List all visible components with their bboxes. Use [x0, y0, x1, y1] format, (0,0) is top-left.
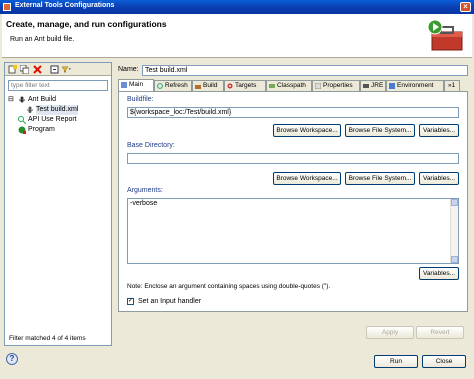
main-tab-icon [121, 82, 127, 88]
configuration-tree: ⊟ Ant Build Test build.xml API Use Repor… [8, 95, 110, 135]
filter-input[interactable]: type filter text [8, 80, 108, 91]
buildfile-label: Buildfile: [127, 96, 154, 103]
run-button[interactable]: Run [374, 355, 418, 368]
arguments-text: -verbose [130, 200, 158, 207]
header-title: Create, manage, and run configurations [6, 19, 167, 29]
tree-item-label: Ant Build [28, 96, 57, 103]
input-handler-checkbox[interactable]: ✓ [127, 298, 134, 305]
tab-strip: Main Refresh Build Targets Classpath Pro… [118, 79, 468, 91]
window-title: External Tools Configurations [15, 2, 115, 9]
arguments-group: Arguments: -verbose Variables... [127, 187, 459, 282]
buildfile-input[interactable]: ${workspace_loc:/Test/build.xml} [127, 107, 459, 118]
name-label: Name: [118, 66, 139, 73]
arguments-scrollbar[interactable] [450, 199, 458, 263]
apply-button[interactable]: Apply [366, 326, 414, 339]
targets-icon [227, 83, 233, 89]
base-directory-variables-button[interactable]: Variables... [419, 172, 459, 185]
app-icon [3, 3, 11, 11]
close-button[interactable]: Close [422, 355, 466, 368]
tab-jre[interactable]: JRE [360, 80, 386, 91]
toolbox-banner-icon [427, 19, 463, 51]
tab-properties[interactable]: Properties [312, 80, 360, 91]
base-directory-label: Base Directory: [127, 142, 175, 149]
scroll-up-arrow-icon[interactable] [451, 199, 458, 206]
name-input[interactable]: Test build.xml [142, 65, 468, 76]
tab-classpath[interactable]: Classpath [266, 80, 312, 91]
input-handler-row[interactable]: ✓ Set an Input handler [127, 298, 247, 307]
filter-status: Filter matched 4 of 4 items [9, 335, 86, 342]
tab-environment[interactable]: Environment [386, 80, 444, 91]
classpath-icon [269, 84, 275, 88]
base-directory-browse-workspace-button[interactable]: Browse Workspace... [273, 172, 341, 185]
tree-item-test-build-xml[interactable]: Test build.xml [8, 105, 110, 115]
buildfile-group: Buildfile: ${workspace_loc:/Test/build.x… [127, 96, 459, 138]
tree-expander-icon[interactable]: ⊟ [8, 95, 14, 105]
input-handler-label: Set an Input handler [138, 298, 202, 305]
main-tab-panel: Buildfile: ${workspace_loc:/Test/build.x… [118, 91, 468, 312]
tree-item-program[interactable]: Program [8, 125, 110, 135]
refresh-icon [157, 83, 163, 89]
duplicate-icon[interactable] [20, 65, 29, 74]
configuration-list-pane: type filter text ⊟ Ant Build Test build.… [4, 62, 112, 346]
filter-icon[interactable] [62, 65, 71, 74]
tab-targets[interactable]: Targets [224, 80, 266, 91]
configuration-editor: Name: Test build.xml Main Refresh Build … [114, 62, 470, 346]
name-row: Name: Test build.xml [118, 65, 468, 76]
base-directory-group: Base Directory: Browse Workspace... Brow… [127, 142, 459, 186]
delete-icon[interactable] [33, 65, 42, 74]
header-description: Run an Ant build file. [10, 36, 75, 43]
dialog-header: Create, manage, and run configurations R… [2, 14, 472, 58]
environment-icon [389, 83, 395, 89]
arguments-textarea[interactable]: -verbose [127, 198, 459, 264]
buildfile-variables-button[interactable]: Variables... [419, 124, 459, 137]
tree-item-label: Program [28, 126, 55, 133]
tab-main[interactable]: Main [118, 79, 154, 91]
arguments-label: Arguments: [127, 187, 163, 194]
tab-overflow[interactable]: »1 [444, 80, 460, 91]
new-config-icon[interactable] [8, 65, 17, 74]
jre-icon [363, 84, 369, 88]
tree-item-ant-build[interactable]: ⊟ Ant Build [8, 95, 110, 105]
revert-button[interactable]: Revert [416, 326, 464, 339]
properties-icon [315, 83, 321, 89]
collapse-all-icon[interactable] [50, 65, 59, 74]
left-toolbar [5, 63, 111, 76]
arguments-note: Note: Enclose an argument containing spa… [127, 283, 331, 290]
program-icon [18, 126, 26, 134]
api-report-icon [18, 116, 26, 124]
tab-refresh[interactable]: Refresh [154, 80, 192, 91]
ant-file-icon [27, 106, 33, 113]
window-titlebar: External Tools Configurations × [0, 0, 474, 14]
buildfile-browse-filesystem-button[interactable]: Browse File System... [345, 124, 415, 137]
base-directory-input[interactable] [127, 153, 459, 164]
tree-item-label: Test build.xml [36, 105, 79, 115]
build-icon [195, 85, 201, 89]
buildfile-browse-workspace-button[interactable]: Browse Workspace... [273, 124, 341, 137]
arguments-variables-button[interactable]: Variables... [419, 267, 459, 280]
tree-item-api-use-report[interactable]: API Use Report [8, 115, 110, 125]
help-icon[interactable]: ? [6, 353, 18, 365]
window-close-button[interactable]: × [460, 2, 471, 12]
ant-icon [19, 96, 25, 103]
tree-item-label: API Use Report [28, 116, 77, 123]
scroll-down-arrow-icon[interactable] [451, 256, 458, 263]
tab-build[interactable]: Build [192, 80, 224, 91]
base-directory-browse-filesystem-button[interactable]: Browse File System... [345, 172, 415, 185]
